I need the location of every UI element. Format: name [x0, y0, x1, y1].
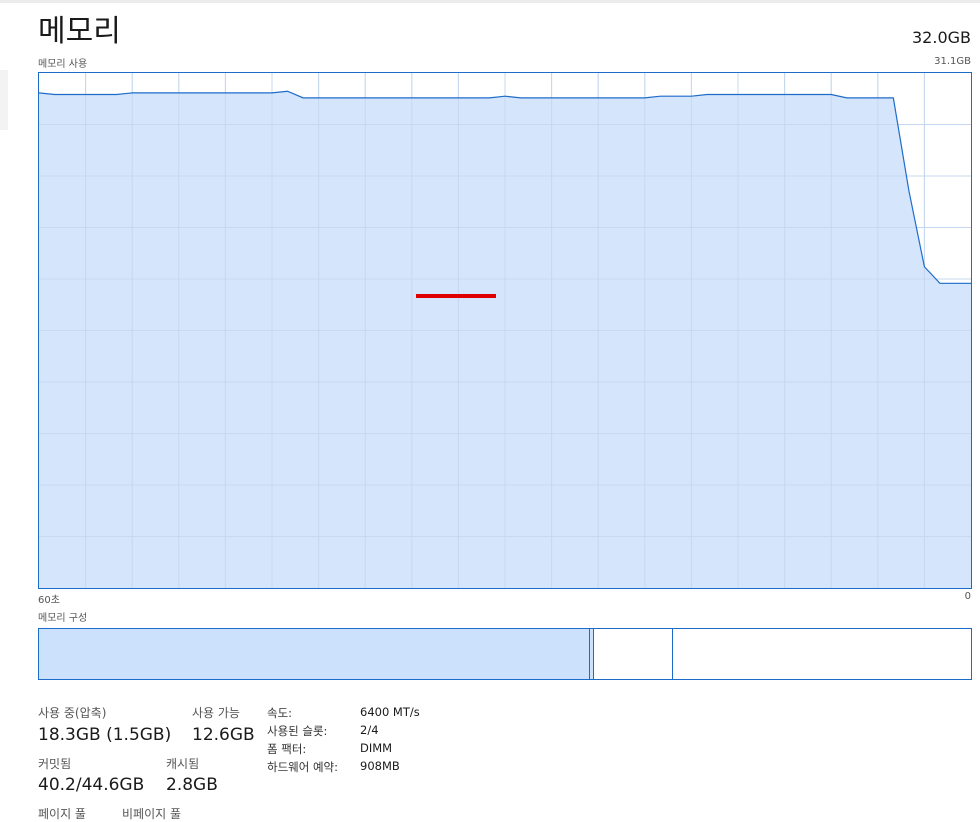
- x-axis-right-label: 0: [964, 591, 971, 602]
- composition-label: 메모리 구성: [38, 613, 88, 624]
- in-use-label: 사용 중(압축): [38, 706, 107, 720]
- redaction-mark: [416, 294, 496, 298]
- available-label: 사용 가능: [192, 706, 240, 720]
- composition-segment-free[interactable]: [672, 629, 971, 679]
- x-axis-left-label: 60초: [38, 595, 60, 606]
- paged-pool-label: 페이지 풀: [38, 807, 86, 821]
- sidebar-edge: [0, 70, 8, 130]
- nonpaged-pool-label: 비페이지 풀: [122, 807, 182, 821]
- memory-usage-graph[interactable]: [38, 72, 972, 589]
- slots-label: 사용된 슬롯:: [267, 724, 328, 738]
- hardware-reserved-label: 하드웨어 예약:: [267, 760, 339, 774]
- memory-usage-chart: [39, 73, 971, 588]
- hardware-reserved-value: 908MB: [360, 759, 400, 773]
- usage-graph-max-label: 31.1GB: [934, 56, 971, 67]
- committed-label: 커밋됨: [38, 757, 72, 771]
- speed-value: 6400 MT/s: [360, 705, 420, 719]
- top-border: [0, 0, 980, 3]
- form-factor-label: 폼 팩터:: [267, 742, 307, 756]
- form-factor-value: DIMM: [360, 741, 393, 755]
- usage-graph-label: 메모리 사용: [38, 59, 88, 70]
- memory-composition-bar[interactable]: [38, 628, 972, 680]
- available-value: 12.6GB: [192, 725, 255, 745]
- speed-label: 속도:: [267, 706, 293, 720]
- composition-segment-standby[interactable]: [594, 629, 673, 679]
- committed-value: 40.2/44.6GB: [38, 775, 145, 795]
- page-title: 메모리: [38, 14, 121, 49]
- slots-value: 2/4: [360, 723, 379, 737]
- composition-segment-in-use[interactable]: [39, 629, 590, 679]
- cached-value: 2.8GB: [166, 775, 218, 795]
- cached-label: 캐시됨: [166, 757, 200, 771]
- total-memory: 32.0GB: [912, 28, 971, 47]
- in-use-value: 18.3GB (1.5GB): [38, 725, 172, 745]
